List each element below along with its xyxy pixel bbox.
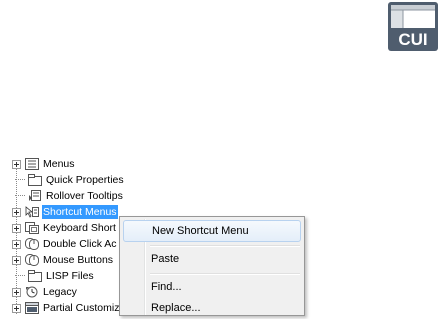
- rollover-tooltips-icon: [27, 189, 42, 203]
- cui-icon: CUI: [388, 2, 438, 51]
- tree-item-label: Menus: [43, 158, 75, 170]
- mouse-buttons-icon: [24, 253, 39, 267]
- menu-separator: [150, 273, 300, 275]
- quick-properties-icon: [27, 173, 42, 187]
- legacy-icon: [24, 285, 39, 299]
- menu-item-label: New Shortcut Menu: [152, 225, 249, 237]
- tree-item-double-click-actions[interactable]: Double Click Ac: [12, 236, 118, 252]
- expand-toggle[interactable]: [12, 159, 21, 169]
- tree-item-label: Legacy: [43, 286, 77, 298]
- find-menu-item[interactable]: Find...: [123, 276, 301, 298]
- expand-toggle[interactable]: [12, 303, 21, 313]
- tree-item-legacy[interactable]: Legacy: [12, 284, 78, 300]
- double-click-actions-icon: [24, 237, 39, 251]
- expand-toggle[interactable]: [12, 207, 21, 217]
- tree-item-partial-customization[interactable]: Partial Customiz: [12, 300, 120, 316]
- new-shortcut-menu-item[interactable]: New Shortcut Menu: [123, 220, 301, 242]
- expand-toggle[interactable]: [12, 223, 21, 233]
- tree-item-rollover-tooltips[interactable]: Rollover Tooltips: [12, 188, 124, 204]
- tree-item-shortcut-menus[interactable]: Shortcut Menus: [12, 204, 118, 220]
- menu-item-label: Find...: [151, 281, 182, 293]
- tree-item-mouse-buttons[interactable]: Mouse Buttons: [12, 252, 114, 268]
- tree-item-keyboard-shortcuts[interactable]: Keyboard Short: [12, 220, 117, 236]
- lisp-files-icon: [27, 269, 42, 283]
- expand-toggle[interactable]: [12, 255, 21, 265]
- menu-item-label: Replace...: [151, 302, 201, 314]
- tree-item-quick-properties[interactable]: Quick Properties: [12, 172, 124, 188]
- menus-icon: [24, 157, 39, 171]
- tree-item-label: Mouse Buttons: [43, 254, 114, 266]
- tree-item-label: Double Click Ac: [43, 238, 117, 250]
- expand-toggle[interactable]: [12, 239, 21, 249]
- tree-item-label: Rollover Tooltips: [46, 190, 123, 202]
- tree-item-label: Quick Properties: [46, 174, 124, 186]
- tree-item-menus[interactable]: Menus: [12, 156, 76, 172]
- expand-toggle[interactable]: [12, 287, 21, 297]
- tree-item-label: Shortcut Menus: [42, 205, 118, 219]
- menu-item-label: Paste: [151, 253, 180, 265]
- context-menu[interactable]: New Shortcut Menu Paste Find... Replace.…: [119, 216, 305, 316]
- menu-separator: [150, 245, 300, 247]
- tree-item-lisp-files[interactable]: LISP Files: [12, 268, 95, 284]
- tree-item-label: LISP Files: [46, 270, 94, 282]
- shortcut-menus-icon: [24, 205, 39, 219]
- paste-menu-item[interactable]: Paste: [123, 248, 301, 270]
- tree-item-label: Partial Customiz: [43, 302, 120, 314]
- customization-tree[interactable]: Menus Quick Properties Rollover Tooltips…: [12, 156, 124, 316]
- tree-item-label: Keyboard Short: [43, 222, 116, 234]
- partial-customization-icon: [24, 301, 39, 315]
- keyboard-shortcuts-icon: [24, 221, 39, 235]
- cui-badge-text: CUI: [398, 30, 428, 49]
